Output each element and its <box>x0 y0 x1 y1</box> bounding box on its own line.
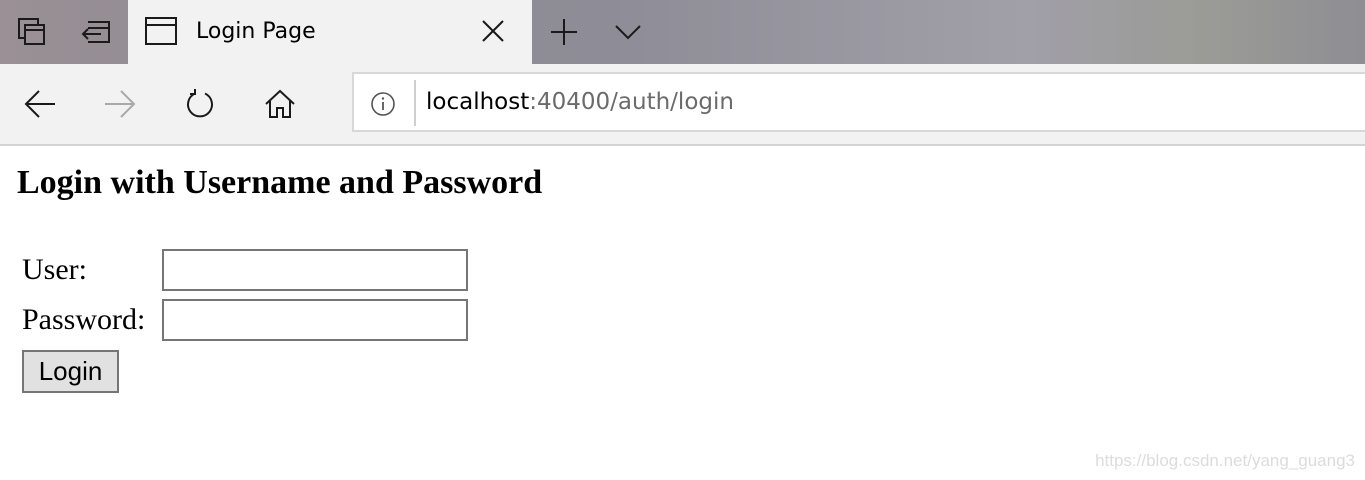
tab-strip: Login Page <box>0 0 1365 64</box>
set-aside-tabs-button[interactable] <box>64 0 128 64</box>
close-icon <box>482 20 504 42</box>
watermark: https://blog.csdn.net/yang_guang3 <box>1095 451 1355 470</box>
forward-arrow-icon <box>105 90 136 118</box>
password-label: Password: <box>22 303 146 336</box>
page-icon <box>145 17 177 45</box>
close-tab-button[interactable] <box>478 16 508 46</box>
url-text[interactable]: localhost:40400/auth/login <box>426 87 734 117</box>
tab-manager-icon <box>18 18 45 45</box>
tab-login-page[interactable]: Login Page <box>128 0 532 64</box>
home-icon <box>265 89 295 118</box>
plus-icon <box>551 19 577 45</box>
home-button[interactable] <box>260 84 300 124</box>
address-bar[interactable]: localhost:40400/auth/login <box>352 72 1365 132</box>
url-path: :40400/auth/login <box>529 89 734 115</box>
page-title: Login with Username and Password <box>17 164 543 201</box>
tab-title: Login Page <box>196 19 316 44</box>
forward-button[interactable] <box>100 84 140 124</box>
back-button[interactable] <box>20 84 60 124</box>
password-input[interactable] <box>162 299 468 341</box>
user-label: User: <box>22 253 87 286</box>
site-info-button[interactable] <box>370 91 396 117</box>
chevron-down-icon <box>615 25 641 40</box>
tab-manager-button[interactable] <box>0 0 64 64</box>
user-input[interactable] <box>162 249 468 291</box>
back-arrow-icon <box>24 90 55 118</box>
set-aside-tabs-icon <box>81 21 110 43</box>
tab-list-button[interactable] <box>596 0 660 64</box>
new-tab-button[interactable] <box>532 0 596 64</box>
navigation-bar: localhost:40400/auth/login <box>0 64 1365 146</box>
refresh-icon <box>187 89 213 118</box>
url-host: localhost <box>426 89 530 115</box>
address-divider <box>414 80 416 126</box>
info-icon <box>371 92 395 116</box>
login-button[interactable]: Login <box>22 350 119 393</box>
refresh-button[interactable] <box>180 84 220 124</box>
